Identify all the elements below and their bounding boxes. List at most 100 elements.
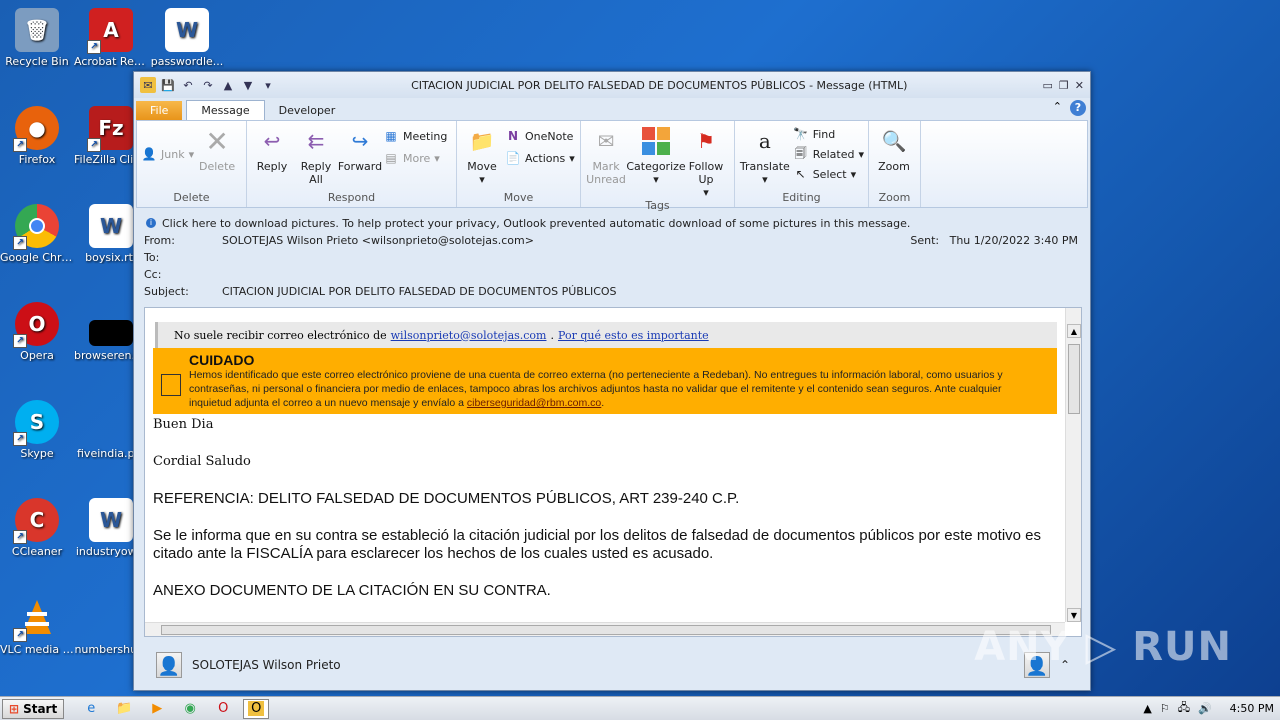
reply-all-button[interactable]: ⇇ Reply All	[295, 124, 337, 191]
avatar: 👤	[156, 652, 182, 678]
media-player-taskbar-icon[interactable]: ▶	[144, 699, 170, 719]
desktop-icon-passwordle[interactable]: W passwordle...	[150, 8, 224, 68]
sender-email-link[interactable]: wilsonprieto@solotejas.com	[391, 329, 547, 342]
tab-developer[interactable]: Developer	[265, 101, 350, 120]
clock[interactable]: 4:50 PM	[1230, 702, 1274, 715]
reference-line: REFERENCIA: DELITO FALSEDAD DE DOCUMENTO…	[153, 490, 740, 507]
volume-tray-icon[interactable]: 🔊	[1198, 702, 1212, 715]
desktop-icon-acrobat[interactable]: A↗ Acrobat Reader DC	[74, 8, 148, 68]
meeting-button[interactable]: ▦ Meeting	[383, 128, 447, 144]
junk-button[interactable]: 👤 Junk ▾	[141, 146, 195, 162]
opera-taskbar-icon[interactable]: O	[210, 699, 236, 719]
group-move: 📁 Move ▾ N OneNote 📄 Actions ▾ Move	[457, 121, 581, 207]
save-icon[interactable]: 💾	[160, 77, 176, 93]
blank-file-icon	[89, 596, 133, 640]
close-icon[interactable]: ✕	[1075, 79, 1084, 92]
onenote-button[interactable]: N OneNote	[505, 128, 575, 144]
forward-button[interactable]: ↪ Forward	[338, 124, 382, 191]
more-button[interactable]: ▤ More ▾	[383, 150, 447, 166]
people-pane: 👤 SOLOTEJAS Wilson Prieto 👤 ⌃	[144, 646, 1082, 684]
group-label-delete: Delete	[173, 191, 210, 204]
magnifier-icon: 🔍	[881, 128, 907, 153]
help-icon[interactable]: ?	[1070, 100, 1086, 116]
related-icon: 🗐	[794, 145, 807, 160]
outlook-taskbar-icon[interactable]: O	[243, 698, 270, 719]
junk-icon: 👤	[141, 147, 157, 161]
desktop-icon-ccleaner[interactable]: C ↗ CCleaner	[0, 498, 74, 558]
delete-button[interactable]: ✕ Delete	[196, 124, 238, 191]
categorize-icon	[641, 126, 671, 156]
desktop-icon-vlc[interactable]: ↗ VLC media player	[0, 596, 74, 656]
desktop-icon-recycle-bin[interactable]: 🗑 Recycle Bin	[0, 8, 74, 68]
related-button[interactable]: 🗐 Related ▾	[793, 146, 864, 162]
redo-icon[interactable]: ↷	[200, 77, 216, 93]
mark-unread-button[interactable]: ✉ Mark Unread	[585, 124, 627, 199]
network-tray-icon[interactable]: 🖧	[1178, 699, 1190, 718]
message-body: No suele recibir correo electrónico de w…	[153, 322, 1057, 620]
desktop-icon-opera[interactable]: O ↗ Opera	[0, 302, 74, 362]
ribbon-tabs: File Message Developer ⌃ ?	[134, 98, 1090, 120]
explorer-taskbar-icon[interactable]: 📁	[111, 699, 137, 719]
reply-button[interactable]: ↩ Reply	[251, 124, 293, 191]
horizontal-scrollbar[interactable]	[145, 622, 1065, 636]
minimize-icon[interactable]: ▭	[1043, 79, 1053, 92]
closing: Cordial Saludo	[153, 454, 251, 469]
translate-button[interactable]: a Translate ▾	[739, 124, 791, 191]
chrome-taskbar-icon[interactable]: ◉	[177, 699, 203, 719]
maximize-icon[interactable]: ❐	[1059, 79, 1069, 92]
annex-line: ANEXO DOCUMENTO DE LA CITACIÓN EN SU CON…	[153, 582, 551, 599]
group-respond: ↩ Reply ⇇ Reply All ↪ Forward ▦ Meeting ▤ Mor…	[247, 121, 457, 207]
tray-expand-icon[interactable]: ▲	[1143, 702, 1151, 715]
group-label-respond: Respond	[327, 191, 376, 204]
warning-image-placeholder	[161, 374, 181, 396]
move-button[interactable]: 📁 Move ▾	[461, 124, 503, 191]
tab-message[interactable]: Message	[186, 100, 265, 120]
why-important-link[interactable]: Por qué esto es importante	[558, 329, 709, 342]
categorize-button[interactable]: Categorize ▾	[626, 124, 686, 199]
find-button[interactable]: 🔭 Find	[793, 126, 864, 142]
zoom-button[interactable]: 🔍 Zoom	[873, 124, 915, 191]
people-pane-name: SOLOTEJAS Wilson Prieto	[192, 658, 341, 672]
down-arrow-icon[interactable]: ▼	[240, 77, 256, 93]
actions-button[interactable]: 📄 Actions ▾	[505, 150, 575, 166]
desktop-icon-skype[interactable]: S ↗ Skype	[0, 400, 74, 460]
word-doc-icon: W	[89, 204, 133, 248]
firefox-icon: ● ↗	[13, 106, 59, 152]
ribbon: 👤 Junk ▾ ✕ Delete Delete ↩ Reply ⇇ Reply All…	[136, 120, 1088, 212]
tab-file[interactable]: File	[136, 101, 183, 120]
warning-banner: CUIDADO Hemos identificado que este corr…	[153, 348, 1057, 414]
cursor-icon: ↖	[795, 167, 806, 181]
external-sender-notice: No suele recibir correo electrónico de w…	[155, 322, 1057, 348]
reply-all-icon: ⇇	[307, 128, 325, 153]
taskbar: ⊞ Start e 📁 ▶ ◉ O O ▲ ⚐ 🖧 🔊 4:50 PM	[0, 696, 1280, 720]
outlook-icon: ✉	[140, 77, 156, 93]
actions-icon: 📄	[505, 151, 521, 165]
flag-tray-icon[interactable]: ⚐	[1160, 702, 1170, 715]
vertical-scroll-thumb[interactable]	[1068, 344, 1080, 414]
vertical-scrollbar[interactable]: ▲ ▼	[1065, 308, 1081, 622]
scroll-down-arrow[interactable]: ▼	[1067, 608, 1081, 622]
undo-icon[interactable]: ↶	[180, 77, 196, 93]
delete-icon: ✕	[205, 124, 229, 158]
from-value[interactable]: SOLOTEJAS Wilson Prieto <wilsonprieto@so…	[222, 234, 534, 247]
subject-label: Subject:	[144, 285, 189, 298]
security-email-link[interactable]: ciberseguridad@rbm.com.co	[467, 397, 601, 409]
desktop-icon-chrome[interactable]: ↗ Google Chrome	[0, 204, 74, 264]
start-button[interactable]: ⊞ Start	[2, 698, 65, 719]
group-label-editing: Editing	[782, 191, 821, 204]
ie-taskbar-icon[interactable]: e	[78, 699, 104, 719]
desktop-icon-firefox[interactable]: ● ↗ Firefox	[0, 106, 74, 166]
chrome-icon: ↗	[13, 204, 59, 250]
group-label-zoom: Zoom	[878, 191, 911, 204]
scroll-up-arrow[interactable]: ▲	[1067, 324, 1081, 338]
forward-icon: ↪	[351, 128, 369, 153]
horizontal-scroll-thumb[interactable]	[161, 625, 1051, 635]
collapse-ribbon-icon[interactable]: ⌃	[1053, 100, 1062, 116]
customize-dropdown-icon[interactable]: ▾	[260, 77, 276, 93]
follow-up-button[interactable]: ⚑ Follow Up ▾	[685, 124, 727, 200]
greeting: Buen Dia	[153, 417, 214, 432]
up-arrow-icon[interactable]: ▲	[220, 77, 236, 93]
select-button[interactable]: ↖ Select ▾	[793, 166, 864, 182]
download-pictures-infobar[interactable]: i Click here to download pictures. To he…	[136, 214, 1088, 232]
translate-icon: a	[758, 128, 771, 153]
